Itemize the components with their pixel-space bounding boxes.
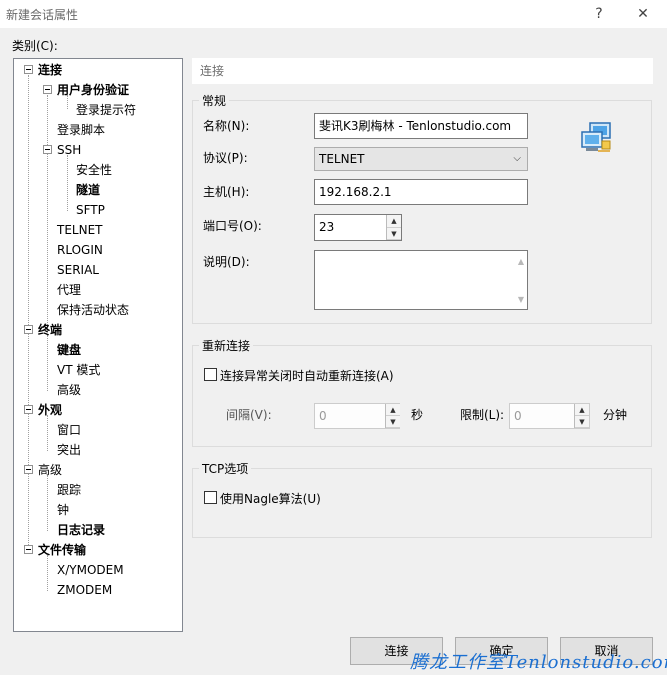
spin-down-icon[interactable]: ▼: [575, 416, 589, 428]
panel-header: 连接: [192, 58, 653, 84]
tree-item-appearance[interactable]: 外观: [38, 401, 62, 419]
chevron-down-icon: ⌵: [513, 153, 521, 164]
tree-item-keyboard[interactable]: 键盘: [57, 341, 81, 359]
spin-down-icon[interactable]: ▼: [386, 416, 400, 428]
collapse-toggle[interactable]: [24, 65, 33, 74]
collapse-toggle[interactable]: [43, 145, 52, 154]
scroll-down-icon[interactable]: ▼: [518, 295, 524, 304]
interval-label: 间隔(V):: [226, 408, 272, 422]
scroll-up-icon[interactable]: ▲: [518, 257, 524, 266]
tree-item-highlight[interactable]: 突出: [57, 441, 81, 459]
category-tree[interactable]: 连接 用户身份验证 登录提示符 登录脚本 SSH 安全性 隧道 SFTP TEL…: [13, 58, 183, 632]
interval-unit: 秒: [411, 408, 424, 422]
tree-item-user-auth[interactable]: 用户身份验证: [57, 81, 129, 99]
tree-line: [47, 95, 48, 331]
reconnect-group-title: 重新连接: [202, 339, 251, 353]
tree-item-zmodem[interactable]: ZMODEM: [57, 581, 112, 599]
tree-line: [47, 555, 48, 591]
tree-item-sftp[interactable]: SFTP: [76, 201, 105, 219]
port-label: 端口号(O):: [203, 219, 262, 233]
tree-item-tunnel[interactable]: 隧道: [76, 181, 100, 199]
spin-up-icon[interactable]: ▲: [575, 404, 589, 416]
tree-line: [47, 475, 48, 531]
protocol-select[interactable]: TELNET ⌵: [314, 147, 528, 171]
tree-item-rlogin[interactable]: RLOGIN: [57, 241, 103, 259]
protocol-label: 协议(P):: [203, 151, 248, 165]
interval-value: 0: [319, 409, 327, 423]
tree-line: [47, 335, 48, 391]
category-label: 类别(C):: [12, 39, 58, 53]
tree-item-logging[interactable]: 日志记录: [57, 521, 105, 539]
auto-reconnect-checkbox[interactable]: [204, 368, 217, 381]
tree-item-security[interactable]: 安全性: [76, 161, 112, 179]
name-field[interactable]: 斐讯K3刷梅林 - Tenlonstudio.com: [314, 113, 528, 139]
port-spinner[interactable]: ▲ ▼: [386, 215, 401, 240]
tree-item-terminal[interactable]: 终端: [38, 321, 62, 339]
tree-item-proxy[interactable]: 代理: [57, 281, 81, 299]
tree-item-window[interactable]: 窗口: [57, 421, 81, 439]
collapse-toggle[interactable]: [24, 325, 33, 334]
collapse-toggle[interactable]: [24, 545, 33, 554]
interval-spinner[interactable]: ▲ ▼: [385, 404, 400, 428]
tree-item-ssh[interactable]: SSH: [57, 141, 81, 159]
limit-value: 0: [514, 409, 522, 423]
tcp-group-title: TCP选项: [202, 462, 249, 476]
limit-spinner[interactable]: ▲ ▼: [574, 404, 589, 428]
nagle-checkbox[interactable]: [204, 491, 217, 504]
host-field[interactable]: 192.168.2.1: [314, 179, 528, 205]
auto-reconnect-label[interactable]: 连接异常关闭时自动重新连接(A): [220, 367, 394, 384]
reconnect-group: 重新连接: [192, 337, 652, 447]
host-label: 主机(H):: [203, 185, 250, 199]
close-button[interactable]: ✕: [629, 3, 657, 25]
limit-unit: 分钟: [603, 408, 628, 422]
description-label: 说明(D):: [203, 255, 250, 269]
collapse-toggle[interactable]: [24, 405, 33, 414]
protocol-selected: TELNET: [319, 152, 365, 166]
spin-up-icon[interactable]: ▲: [387, 215, 401, 228]
description-field[interactable]: ▲ ▼: [314, 250, 528, 310]
window-title: 新建会话属性: [6, 8, 79, 22]
spin-down-icon[interactable]: ▼: [387, 227, 401, 240]
tree-item-file-transfer[interactable]: 文件传输: [38, 541, 86, 559]
tree-item-bell[interactable]: 钟: [57, 501, 69, 519]
tree-line: [67, 155, 68, 211]
tree-item-connection[interactable]: 连接: [38, 61, 62, 79]
network-computers-icon: [581, 122, 611, 152]
tree-item-login-script[interactable]: 登录脚本: [57, 121, 105, 139]
limit-label: 限制(L):: [460, 408, 505, 422]
spin-up-icon[interactable]: ▲: [386, 404, 400, 416]
tree-item-telnet[interactable]: TELNET: [57, 221, 103, 239]
general-group-title: 常规: [202, 94, 227, 108]
tree-item-xymodem[interactable]: X/YMODEM: [57, 561, 124, 579]
tree-line: [47, 415, 48, 451]
tree-item-advanced[interactable]: 高级: [38, 461, 62, 479]
watermark-text: 腾龙工作室Tenlonstudio.com: [410, 652, 667, 673]
name-label: 名称(N):: [203, 119, 250, 133]
title-bar: 新建会话属性 ? ✕: [0, 0, 667, 28]
collapse-toggle[interactable]: [24, 465, 33, 474]
help-button[interactable]: ?: [585, 3, 613, 25]
tree-item-login-prompt[interactable]: 登录提示符: [76, 101, 136, 119]
tree-line: [28, 75, 29, 551]
tree-item-serial[interactable]: SERIAL: [57, 261, 99, 279]
port-value: 23: [319, 220, 335, 234]
tree-item-vt-mode[interactable]: VT 模式: [57, 361, 100, 379]
nagle-label[interactable]: 使用Nagle算法(U): [220, 490, 321, 507]
tree-item-trace[interactable]: 跟踪: [57, 481, 81, 499]
tree-item-terminal-advanced[interactable]: 高级: [57, 381, 81, 399]
collapse-toggle[interactable]: [43, 85, 52, 94]
tree-item-keepalive[interactable]: 保持活动状态: [57, 301, 129, 319]
